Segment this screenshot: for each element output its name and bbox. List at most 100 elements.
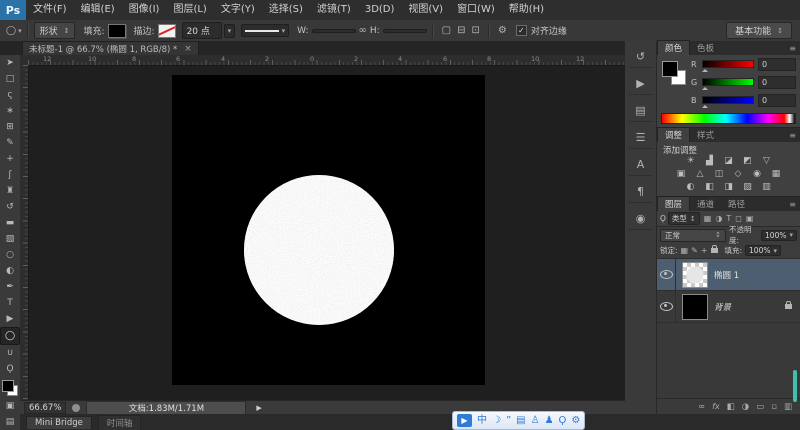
gradient-map-icon[interactable]: ▨ [741,181,755,193]
quick-mask-button[interactable]: ▣ [1,398,19,414]
kuler-panel-icon[interactable]: ◉ [628,207,653,230]
blend-mode-select[interactable]: 正常 ↕ [660,228,726,242]
zoom-level-field[interactable]: 66.67% [24,402,67,414]
character-panel-icon[interactable]: A [628,153,653,176]
foreground-color-swatch[interactable] [2,380,14,392]
ime-settings-icon[interactable]: ⚙ [571,414,580,427]
vibrance-icon[interactable]: ▽ [760,155,774,167]
menu-window[interactable]: 窗口(W) [450,0,502,20]
red-slider[interactable] [702,60,754,72]
filter-pixel-layers-icon[interactable]: ▦ [704,214,712,223]
ellipse-tool[interactable]: ◯ [0,327,20,345]
info-panel-icon[interactable]: ☰ [628,126,653,149]
tab-adjustments[interactable]: 调整 [657,127,691,142]
panel-menu-icon[interactable]: ≡ [789,131,796,140]
menu-view[interactable]: 视图(V) [401,0,450,20]
layer-name[interactable]: 背景 [714,301,731,313]
stroke-width-dropdown[interactable]: ▾ [223,23,236,38]
blue-value-field[interactable]: 0 [758,93,796,107]
layer-name[interactable]: 椭圆 1 [714,269,739,281]
path-arrangement-icon[interactable]: ⊡ [472,25,480,36]
layer-thumbnail[interactable] [682,261,708,288]
layer-row-background[interactable]: 背景 [657,291,800,323]
path-selection-tool[interactable]: ▶ [1,311,19,327]
filter-adjustment-layers-icon[interactable]: ◑ [715,214,722,223]
tool-preset-dropdown[interactable]: ◯ ▾ [6,26,22,36]
path-operations-icon[interactable]: ▢ [442,25,451,36]
tool-mode-select[interactable]: 形状 ↕ [33,22,76,39]
document-canvas[interactable] [172,75,485,385]
add-layer-mask-icon[interactable]: ◧ [727,402,735,412]
menu-file[interactable]: 文件(F) [26,0,74,20]
ime-logo-icon[interactable]: ▶ [457,414,472,427]
clone-stamp-tool[interactable]: ♜ [1,183,19,199]
lock-image-pixels-icon[interactable]: ✎ [691,246,698,255]
panel-menu-icon[interactable]: ≡ [789,200,796,209]
tab-timeline[interactable]: 时间轴 [97,414,142,430]
exposure-icon[interactable]: ◩ [741,155,755,167]
layer-style-icon[interactable]: fx [712,402,720,411]
foreground-background-swatches[interactable] [2,380,18,396]
ime-search-icon[interactable]: Ϙ [559,414,567,427]
gradient-tool[interactable]: ▧ [1,231,19,247]
history-panel-icon[interactable]: ↺ [628,45,653,68]
threshold-icon[interactable]: ◨ [722,181,736,193]
filter-smart-objects-icon[interactable]: ▣ [746,214,754,223]
workspace-switcher-button[interactable]: 基本功能 ↕ [726,22,792,39]
panel-menu-icon[interactable]: ≡ [789,44,796,53]
document-size-readout[interactable]: 文档:1.83M/1.71M [86,401,247,415]
quick-selection-tool[interactable]: ∗ [1,103,19,119]
color-spectrum-ramp[interactable] [661,113,796,124]
opacity-field[interactable]: 100% ▾ [761,229,797,241]
move-tool[interactable]: ➤ [1,55,19,71]
zoom-tool[interactable]: Ϙ [1,361,19,377]
ellipse-shape-with-noise[interactable] [243,174,395,326]
dodge-tool[interactable]: ◐ [1,263,19,279]
eraser-tool[interactable]: ▬ [1,215,19,231]
align-edges-checkbox[interactable]: ✓ 对齐边缘 [515,24,567,37]
hue-saturation-icon[interactable]: ▣ [674,168,688,180]
layer-row-ellipse[interactable]: 椭圆 1 [657,259,800,291]
shape-height-field[interactable] [382,28,427,33]
selective-color-icon[interactable]: ▥ [760,181,774,193]
ime-punctuation-icon[interactable]: ” [506,414,511,427]
menu-type[interactable]: 文字(Y) [214,0,262,20]
black-white-icon[interactable]: ◫ [712,168,726,180]
levels-icon[interactable]: ▟ [703,155,717,167]
status-flyout-icon[interactable]: ▶ [256,404,261,412]
tab-channels[interactable]: 通道 [690,197,721,211]
layer-fill-field[interactable]: 100% ▾ [745,245,781,256]
new-adjustment-layer-icon[interactable]: ◑ [742,402,749,412]
color-lookup-icon[interactable]: ▦ [769,168,783,180]
green-slider[interactable] [702,78,754,90]
vertical-ruler[interactable] [20,65,29,400]
blue-slider[interactable] [702,96,754,108]
foreground-color-swatch[interactable] [662,61,678,77]
filter-type-layers-icon[interactable]: T [726,214,731,223]
posterize-icon[interactable]: ◧ [703,181,717,193]
new-layer-icon[interactable]: ▫ [771,402,777,412]
ime-skin-icon[interactable]: ♙ [531,414,540,427]
hand-tool[interactable]: ∪ [1,345,19,361]
history-brush-tool[interactable]: ↺ [1,199,19,215]
curves-icon[interactable]: ◪ [722,155,736,167]
green-value-field[interactable]: 0 [758,75,796,89]
brightness-contrast-icon[interactable]: ☀ [684,155,698,167]
healing-brush-tool[interactable]: + [1,151,19,167]
actions-panel-icon[interactable]: ▶ [628,72,653,95]
link-dimensions-icon[interactable]: ∞ [359,25,367,36]
red-value-field[interactable]: 0 [758,57,796,71]
visibility-toggle[interactable] [657,291,676,322]
tab-mini-bridge[interactable]: Mini Bridge [26,415,92,429]
lock-position-icon[interactable]: + [701,246,708,255]
new-group-icon[interactable]: ▭ [756,402,764,412]
eyedropper-tool[interactable]: ✎ [1,135,19,151]
filter-kind-select[interactable]: 类型 ↕ [667,212,700,225]
paragraph-panel-icon[interactable]: ¶ [628,180,653,203]
tab-color[interactable]: 颜色 [657,40,691,55]
stroke-style-picker[interactable]: ▾ [241,24,290,37]
delete-layer-icon[interactable]: ▥ [784,402,792,412]
ime-chinese-mode-icon[interactable]: 中 [477,414,487,427]
visibility-toggle[interactable] [657,259,676,290]
filter-shape-layers-icon[interactable]: ◻ [735,214,742,223]
